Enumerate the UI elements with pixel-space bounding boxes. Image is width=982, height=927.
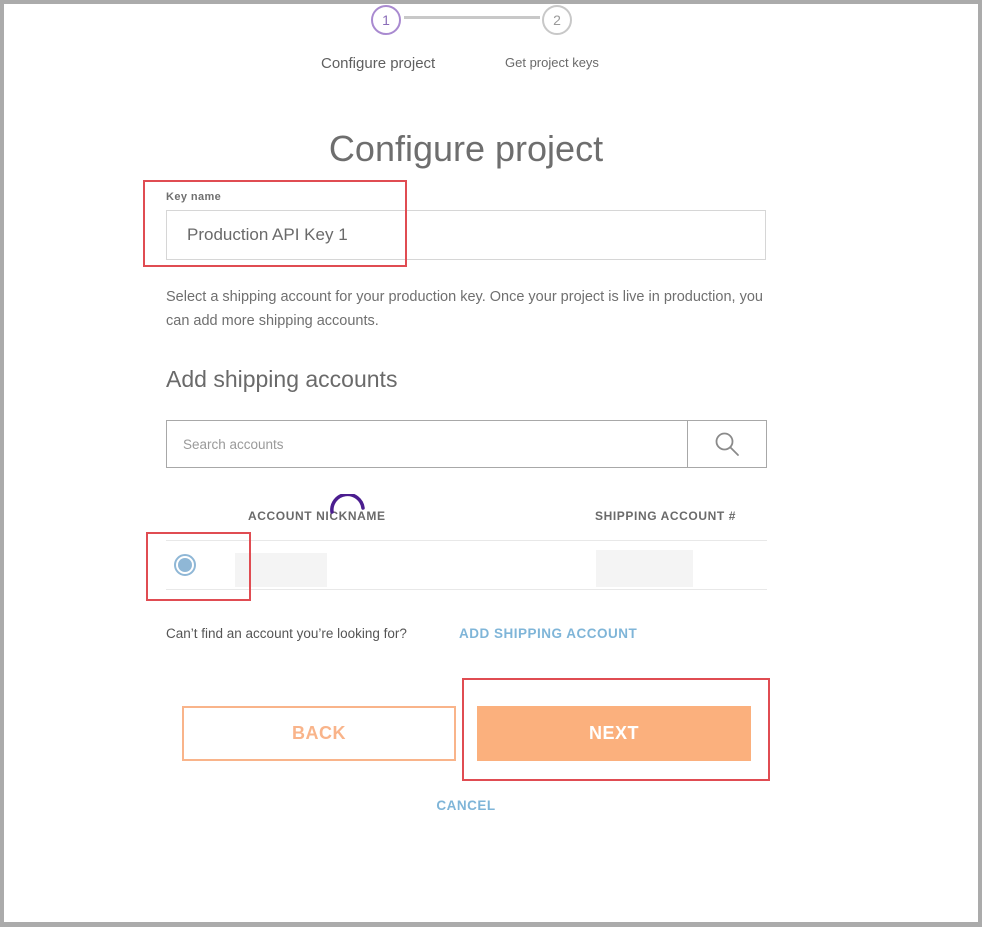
shipping-account-description: Select a shipping account for your produ… <box>166 289 763 329</box>
account-nickname-cell <box>235 553 327 587</box>
key-name-input[interactable] <box>166 210 766 260</box>
page-title: Configure project <box>328 128 604 169</box>
shipping-account-number-cell <box>596 550 693 587</box>
back-button[interactable]: BACK <box>182 706 456 761</box>
add-shipping-accounts-title: Add shipping accounts <box>166 366 398 392</box>
loading-spinner <box>330 494 365 514</box>
search-accounts-input[interactable] <box>166 420 688 468</box>
account-select-radio[interactable] <box>174 554 196 576</box>
next-button[interactable]: NEXT <box>477 706 751 761</box>
radio-selected-dot <box>178 558 192 572</box>
table-header-divider <box>166 540 767 541</box>
column-header-shipping-account-number: SHIPPING ACCOUNT # <box>595 509 737 523</box>
step-2-indicator: 2 <box>542 5 572 35</box>
step-1-label: Configure project <box>321 55 436 72</box>
step-2-number: 2 <box>553 12 561 28</box>
account-not-found-hint: Can’t find an account you’re looking for… <box>166 626 407 641</box>
search-button[interactable] <box>687 420 767 468</box>
step-1-number: 1 <box>382 12 390 28</box>
cancel-link[interactable]: CANCEL <box>0 798 932 813</box>
step-1-indicator: 1 <box>371 5 401 35</box>
step-2-label: Get project keys <box>505 55 599 70</box>
add-shipping-account-link[interactable]: ADD SHIPPING ACCOUNT <box>459 626 637 641</box>
stepper-connector <box>404 16 540 19</box>
search-icon <box>715 432 739 456</box>
table-row-divider <box>166 589 767 590</box>
key-name-label: Key name <box>166 191 222 203</box>
